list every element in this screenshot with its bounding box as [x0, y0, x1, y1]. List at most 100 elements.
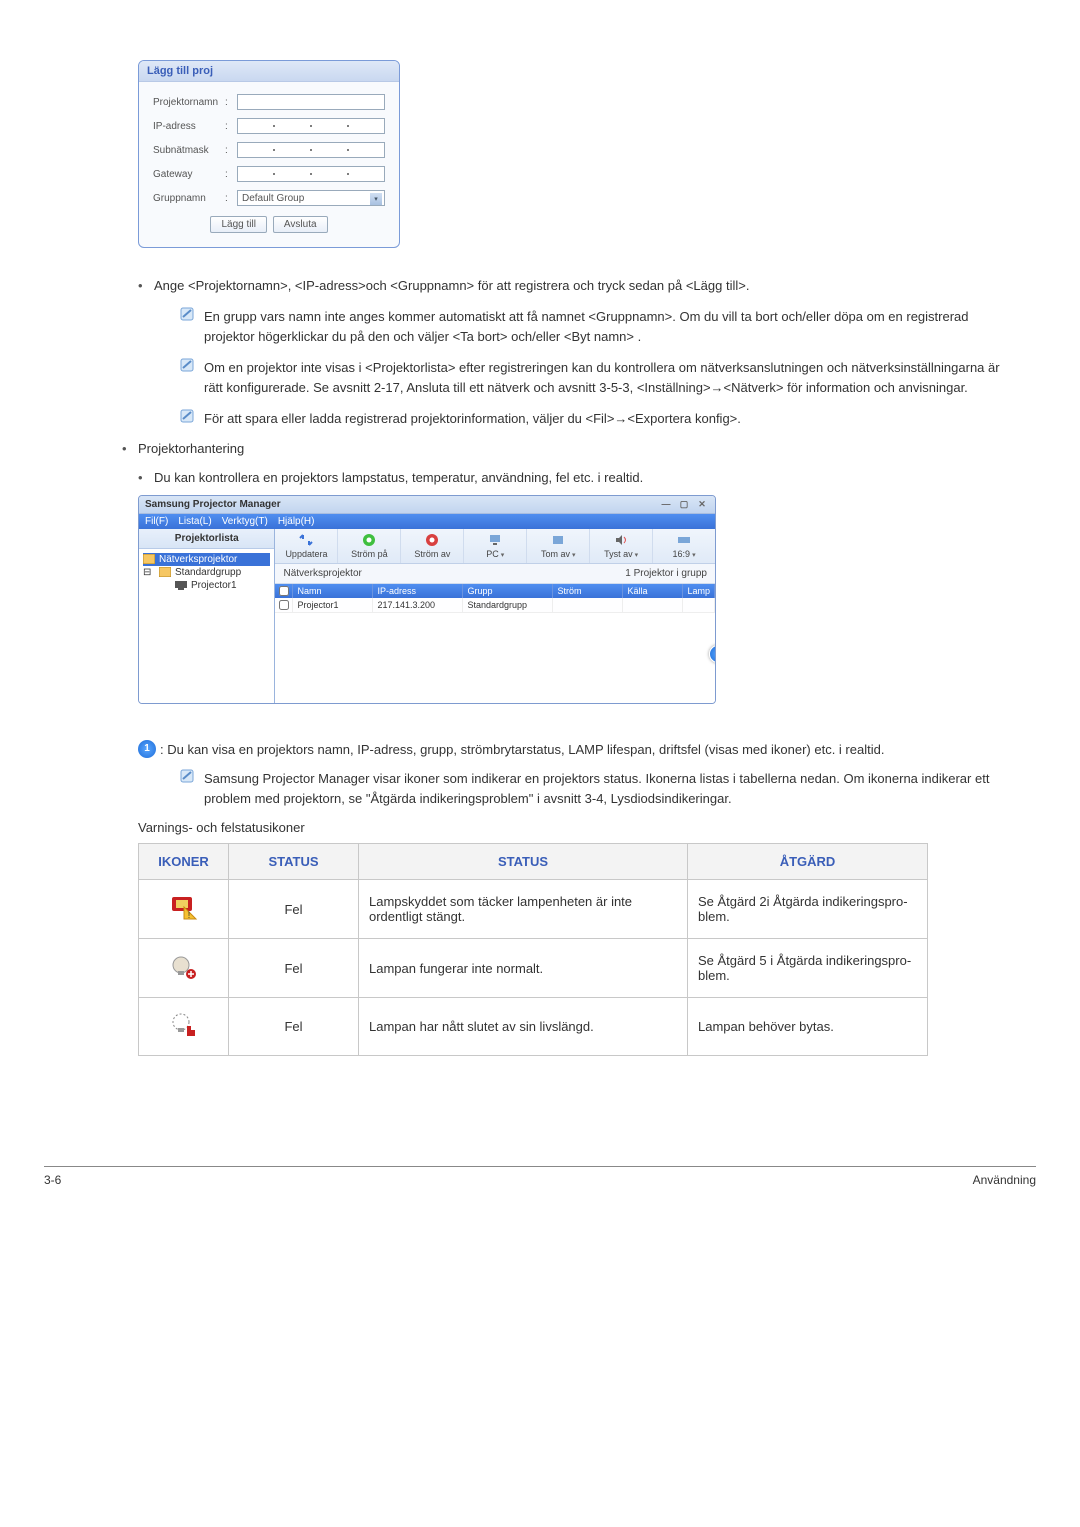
- projector-manager-window: Samsung Projector Manager — ▢ ✕ Fil(F) L…: [138, 495, 716, 704]
- close-icon[interactable]: ✕: [695, 499, 709, 510]
- grid-row[interactable]: Projector1 217.141.3.200 Standardgrupp: [275, 598, 715, 613]
- label-projector-name: Projektornamn: [153, 97, 225, 108]
- toolbar-label: Ström på: [351, 549, 388, 559]
- crumb-path: Nätverksprojektor: [283, 568, 361, 579]
- tree-label: Nätverksprojektor: [159, 554, 237, 565]
- label-group: Gruppnamn: [153, 193, 225, 204]
- toolbar-label: Ström av: [414, 549, 450, 559]
- col-header: Namn: [293, 584, 373, 598]
- cell: Lampskyddet som täcker lampenheten är in…: [359, 880, 688, 939]
- dialog-title: Lägg till proj: [139, 61, 399, 82]
- projector-icon: [175, 580, 187, 590]
- blank-button[interactable]: Tom av▾: [527, 529, 590, 563]
- section-name: Användning: [973, 1173, 1036, 1187]
- power-off-icon: [425, 533, 439, 547]
- body-text: : Du kan visa en projektors namn, IP-adr…: [160, 740, 884, 760]
- toolbar-label: PC: [486, 549, 499, 559]
- note-icon: [180, 409, 204, 429]
- window-title: Samsung Projector Manager: [145, 499, 281, 510]
- row-checkbox[interactable]: [279, 600, 289, 610]
- cell: Se Åtgärd 5 i Åtgärda indikeringspro-ble…: [688, 939, 928, 998]
- cell: 217.141.3.200: [373, 598, 463, 612]
- minimize-icon[interactable]: —: [659, 499, 673, 510]
- subnet-input[interactable]: [237, 142, 385, 158]
- body-text: En grupp vars namn inte anges kommer aut…: [204, 307, 1010, 346]
- page-number: 3-6: [44, 1173, 61, 1187]
- aspect-icon: [677, 533, 691, 547]
- body-text: Om en projektor inte visas i <Projektorl…: [204, 358, 1010, 397]
- label-gateway: Gateway: [153, 169, 225, 180]
- subheading: Varnings- och felstatusikoner: [138, 820, 1010, 835]
- mute-button[interactable]: Tyst av▾: [590, 529, 653, 563]
- cell: [553, 598, 623, 612]
- power-off-button[interactable]: Ström av: [401, 529, 464, 563]
- col-header: Lamp: [683, 584, 715, 598]
- toolbar-label: Tom av: [541, 549, 570, 559]
- menu-bar: Fil(F) Lista(L) Verktyg(T) Hjälp(H): [139, 514, 715, 529]
- divider: [44, 1166, 1036, 1167]
- sidebar-title: Projektorlista: [139, 529, 274, 549]
- toolbar-label: Tyst av: [604, 549, 633, 559]
- tree-group[interactable]: ⊟ Standardgrupp: [143, 566, 270, 579]
- cell: Fel: [229, 998, 359, 1056]
- ip-input[interactable]: [237, 118, 385, 134]
- note-icon: [180, 769, 204, 808]
- col-header: Ström: [553, 584, 623, 598]
- callout-badge: 1: [138, 740, 156, 758]
- col-header: IP-adress: [373, 584, 463, 598]
- add-projector-dialog: Lägg till proj Projektornamn : IP-adress…: [138, 60, 400, 248]
- menu-file[interactable]: Fil(F): [145, 516, 168, 527]
- select-all-checkbox[interactable]: [279, 586, 289, 596]
- projector-tree: Nätverksprojektor ⊟ Standardgrupp Projec…: [139, 549, 274, 596]
- th-status2: STATUS: [359, 844, 688, 880]
- cell: Lampan fungerar inte normalt.: [359, 939, 688, 998]
- body-text: För att spara eller ladda registrerad pr…: [204, 409, 1010, 429]
- callout-badge: 1: [709, 645, 716, 663]
- add-button[interactable]: Lägg till: [210, 216, 266, 233]
- lamp-life-end-icon: [170, 1012, 198, 1038]
- tree-label: Standardgrupp: [175, 567, 241, 578]
- folder-icon: [159, 567, 171, 577]
- cell: Fel: [229, 939, 359, 998]
- maximize-icon[interactable]: ▢: [677, 499, 691, 510]
- refresh-button[interactable]: Uppdatera: [275, 529, 338, 563]
- gateway-input[interactable]: [237, 166, 385, 182]
- monitor-icon: [488, 533, 502, 547]
- cell: Standardgrupp: [463, 598, 553, 612]
- screen-icon: [551, 533, 565, 547]
- cell: Fel: [229, 880, 359, 939]
- lamp-error-icon: [170, 954, 198, 980]
- label-subnet: Subnätmask: [153, 145, 225, 156]
- th-action: ÅTGÄRD: [688, 844, 928, 880]
- projector-name-input[interactable]: [237, 94, 385, 110]
- cell: Lampan behöver bytas.: [688, 998, 928, 1056]
- cell: Se Åtgärd 2i Åtgärda indikeringspro-blem…: [688, 880, 928, 939]
- body-text: Ange <Projektornamn>, <IP-adress>och <Gr…: [154, 278, 1010, 293]
- power-on-button[interactable]: Ström på: [338, 529, 401, 563]
- note-icon: [180, 307, 204, 346]
- power-on-icon: [362, 533, 376, 547]
- menu-help[interactable]: Hjälp(H): [278, 516, 315, 527]
- folder-icon: [143, 554, 155, 564]
- col-header: Grupp: [463, 584, 553, 598]
- grid-header: Namn IP-adress Grupp Ström Källa Lamp: [275, 584, 715, 598]
- th-status1: STATUS: [229, 844, 359, 880]
- tree-item[interactable]: Projector1: [143, 579, 270, 592]
- body-text: Samsung Projector Manager visar ikoner s…: [204, 769, 1010, 808]
- menu-list[interactable]: Lista(L): [178, 516, 211, 527]
- tree-root[interactable]: Nätverksprojektor: [143, 553, 270, 566]
- bullet-icon: •: [138, 278, 154, 293]
- cell: [623, 598, 683, 612]
- aspect-button[interactable]: 16:9▾: [653, 529, 715, 563]
- lamp-cover-error-icon: !: [170, 895, 198, 921]
- table-row: ! Fel Lampskyddet som täcker lampenheten…: [139, 880, 928, 939]
- group-select[interactable]: Default Group ▾: [237, 190, 385, 206]
- svg-text:!: !: [187, 910, 190, 920]
- cancel-button[interactable]: Avsluta: [273, 216, 328, 233]
- chevron-down-icon: ▾: [370, 193, 382, 205]
- source-button[interactable]: PC▾: [464, 529, 527, 563]
- menu-tools[interactable]: Verktyg(T): [222, 516, 268, 527]
- cell: [683, 598, 715, 612]
- tree-label: Projector1: [191, 580, 237, 591]
- cell: Lampan har nått slutet av sin livslängd.: [359, 998, 688, 1056]
